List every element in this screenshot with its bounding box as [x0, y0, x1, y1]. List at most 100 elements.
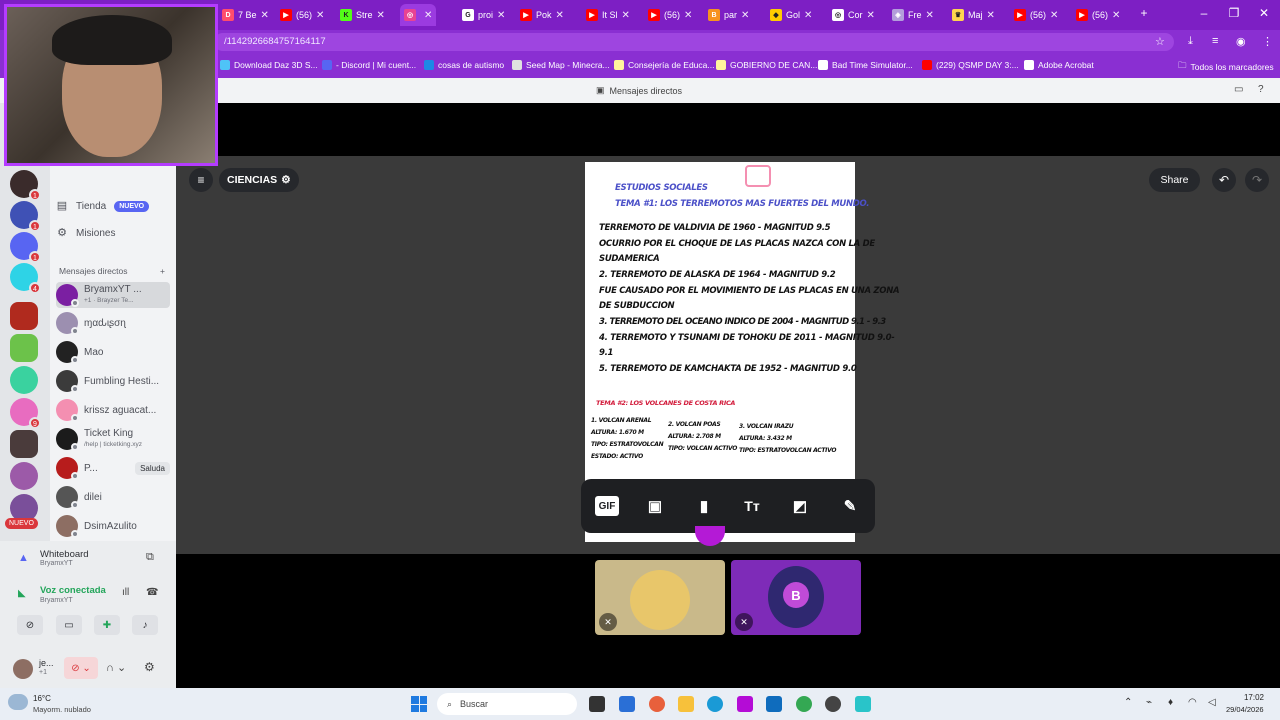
chrome-icon[interactable]	[796, 696, 812, 712]
bookmark-item[interactable]: Bad Time Simulator...	[818, 60, 913, 70]
undo-icon[interactable]: ↶	[1212, 168, 1236, 192]
server-icon[interactable]	[10, 462, 38, 490]
bookmark-item[interactable]: (229) QSMP DAY 3:...	[922, 60, 1019, 70]
tab-close-icon[interactable]: ✕	[684, 10, 692, 21]
dm-item[interactable]: Mao	[56, 339, 170, 365]
browser-tab[interactable]: ▶ (56) ✕	[648, 4, 692, 26]
browser-tab[interactable]: Bpar ✕	[708, 4, 749, 26]
tab-close-icon[interactable]: ✕	[741, 10, 749, 21]
app-icon[interactable]	[855, 696, 871, 712]
dm-item[interactable]: P... Saluda	[56, 455, 170, 481]
dm-item[interactable]: Fumbling Hesti...	[56, 368, 170, 394]
tab-close-icon[interactable]: ✕	[1112, 10, 1120, 21]
volume-icon[interactable]: ◁	[1208, 697, 1216, 708]
camera-off-icon[interactable]: ⊘	[17, 615, 43, 635]
tab-close-icon[interactable]: ✕	[804, 10, 812, 21]
noise-icon[interactable]: ıll	[122, 587, 129, 598]
browser-tab[interactable]: ▶ (56) ✕	[1014, 4, 1058, 26]
server-icon[interactable]: 1	[10, 201, 41, 232]
screen-share-icon[interactable]: ▭	[56, 615, 82, 635]
text-tool-button[interactable]: Tт	[739, 493, 765, 519]
dm-item[interactable]: Ticket King/help | ticketking.xyz	[56, 426, 170, 452]
dm-item[interactable]: DsimAzulito	[56, 513, 170, 539]
add-dm-icon[interactable]: +	[160, 266, 165, 276]
bookmark-item[interactable]: Download Daz 3D S...	[220, 60, 318, 70]
network-icon[interactable]: ⌁	[1146, 697, 1152, 708]
copilot-icon[interactable]	[649, 696, 665, 712]
obs-icon[interactable]	[825, 696, 841, 712]
sidebar-item-tienda[interactable]: ▤ Tienda NUEVO	[56, 195, 170, 217]
bookmark-item[interactable]: Consejería de Educa...	[614, 60, 714, 70]
file-icon[interactable]: ▮	[691, 493, 717, 519]
wifi-icon[interactable]: ◠	[1188, 697, 1197, 708]
clock-time[interactable]: 17:02	[1230, 693, 1264, 702]
participant-tile-1[interactable]: ✕	[595, 560, 725, 635]
dm-item[interactable]: krissz aguacat...	[56, 397, 170, 423]
bookmark-item[interactable]: cosas de autismo	[424, 60, 504, 70]
browser-tab[interactable]: ♛ Maj ✕	[952, 4, 995, 26]
browser-tab[interactable]: ▶ (56) ✕	[1076, 4, 1120, 26]
dm-item[interactable]: ɱαԃιʂσɳ	[56, 310, 170, 336]
bookmark-item[interactable]: Adobe Acrobat	[1024, 60, 1094, 70]
hamburger-icon[interactable]: ≡	[189, 168, 213, 192]
server-icon[interactable]: 1	[10, 232, 41, 263]
shapes-icon[interactable]: ◩	[787, 493, 813, 519]
minimize-icon[interactable]: –	[1196, 6, 1212, 20]
dm-item[interactable]: dilei	[56, 484, 170, 510]
browser-tab[interactable]: ▶ Pok ✕	[520, 4, 564, 26]
start-button[interactable]	[411, 696, 427, 712]
mic-muted-button[interactable]: ⊘ ⌄	[64, 657, 98, 679]
tab-close-icon[interactable]: ✕	[377, 10, 385, 21]
gif-button[interactable]: GIF	[595, 496, 619, 516]
menu-kebab-icon[interactable]: ⋮	[1262, 35, 1273, 48]
taskbar-search[interactable]: ⌕ Buscar	[437, 693, 577, 715]
file-explorer-icon[interactable]	[678, 696, 694, 712]
all-bookmarks[interactable]: 🗀 Todos los marcadores	[1178, 60, 1274, 74]
bookmark-item[interactable]: - Discord | Mi cuent...	[322, 60, 416, 70]
mail-icon[interactable]	[766, 696, 782, 712]
clock-date[interactable]: 29/04/2026	[1226, 705, 1264, 714]
tab-close-icon[interactable]: ✕	[497, 10, 505, 21]
browser-tab[interactable]: ◆ Gol ✕	[770, 4, 812, 26]
disconnect-icon[interactable]: ☎	[146, 587, 158, 598]
channel-pill[interactable]: CIENCIAS ⚙	[219, 168, 299, 192]
pencil-icon[interactable]: ✎	[837, 493, 863, 519]
browser-tab[interactable]: K Stre ✕	[340, 4, 385, 26]
popout-icon[interactable]: ⧉	[146, 551, 154, 564]
tab-close-icon[interactable]: ✕	[926, 10, 934, 21]
dm-item[interactable]: BryamxYT ... +1 · Brayzer Te...	[56, 282, 170, 308]
browser-tab[interactable]: ◎ Cor ✕	[832, 4, 875, 26]
redo-icon[interactable]: ↷	[1245, 168, 1269, 192]
maximize-icon[interactable]: ❐	[1226, 6, 1242, 20]
bookmark-star-icon[interactable]: ☆	[1155, 35, 1165, 48]
server-icon[interactable]	[10, 430, 38, 458]
server-icon[interactable]: 1	[10, 170, 41, 201]
task-view-icon[interactable]	[589, 696, 605, 712]
bookmark-item[interactable]: GOBIERNO DE CAN...	[716, 60, 817, 70]
tab-close-icon[interactable]: ✕	[316, 10, 324, 21]
tab-close-icon[interactable]: ✕	[261, 10, 269, 21]
tab-close-icon[interactable]: ✕	[987, 10, 995, 21]
app-icon[interactable]	[737, 696, 753, 712]
media-icon[interactable]: ≡	[1212, 35, 1218, 47]
browser-tab[interactable]: Gproi ✕	[462, 4, 505, 26]
server-icon[interactable]: 4	[10, 263, 41, 294]
close-window-icon[interactable]: ✕	[1256, 6, 1272, 20]
weather-icon[interactable]	[8, 694, 28, 710]
server-icon[interactable]	[10, 366, 38, 394]
tab-close-icon[interactable]: ✕	[556, 10, 564, 21]
bookmark-item[interactable]: Seed Map - Minecra...	[512, 60, 610, 70]
browser-tab[interactable]: ◈ Fre ✕	[892, 4, 934, 26]
activity-panel[interactable]: ▲ Whiteboard BryamxYT ⧉	[0, 541, 176, 577]
new-tab-button[interactable]: +	[1136, 6, 1152, 20]
browser-tab[interactable]: ▶ (56) ✕	[280, 4, 324, 26]
participant-tile-2[interactable]: B ✕	[731, 560, 861, 635]
avatar[interactable]	[13, 659, 33, 679]
server-icon[interactable]	[10, 302, 38, 330]
sidebar-item-misiones[interactable]: ⚙ Misiones	[56, 222, 170, 244]
app-icon[interactable]	[619, 696, 635, 712]
mic-icon[interactable]: ♦	[1168, 697, 1173, 708]
help-icon[interactable]: ?	[1258, 84, 1264, 95]
profile-avatar-icon[interactable]: ◉	[1236, 35, 1246, 48]
activity-icon[interactable]: ✚	[94, 615, 120, 635]
